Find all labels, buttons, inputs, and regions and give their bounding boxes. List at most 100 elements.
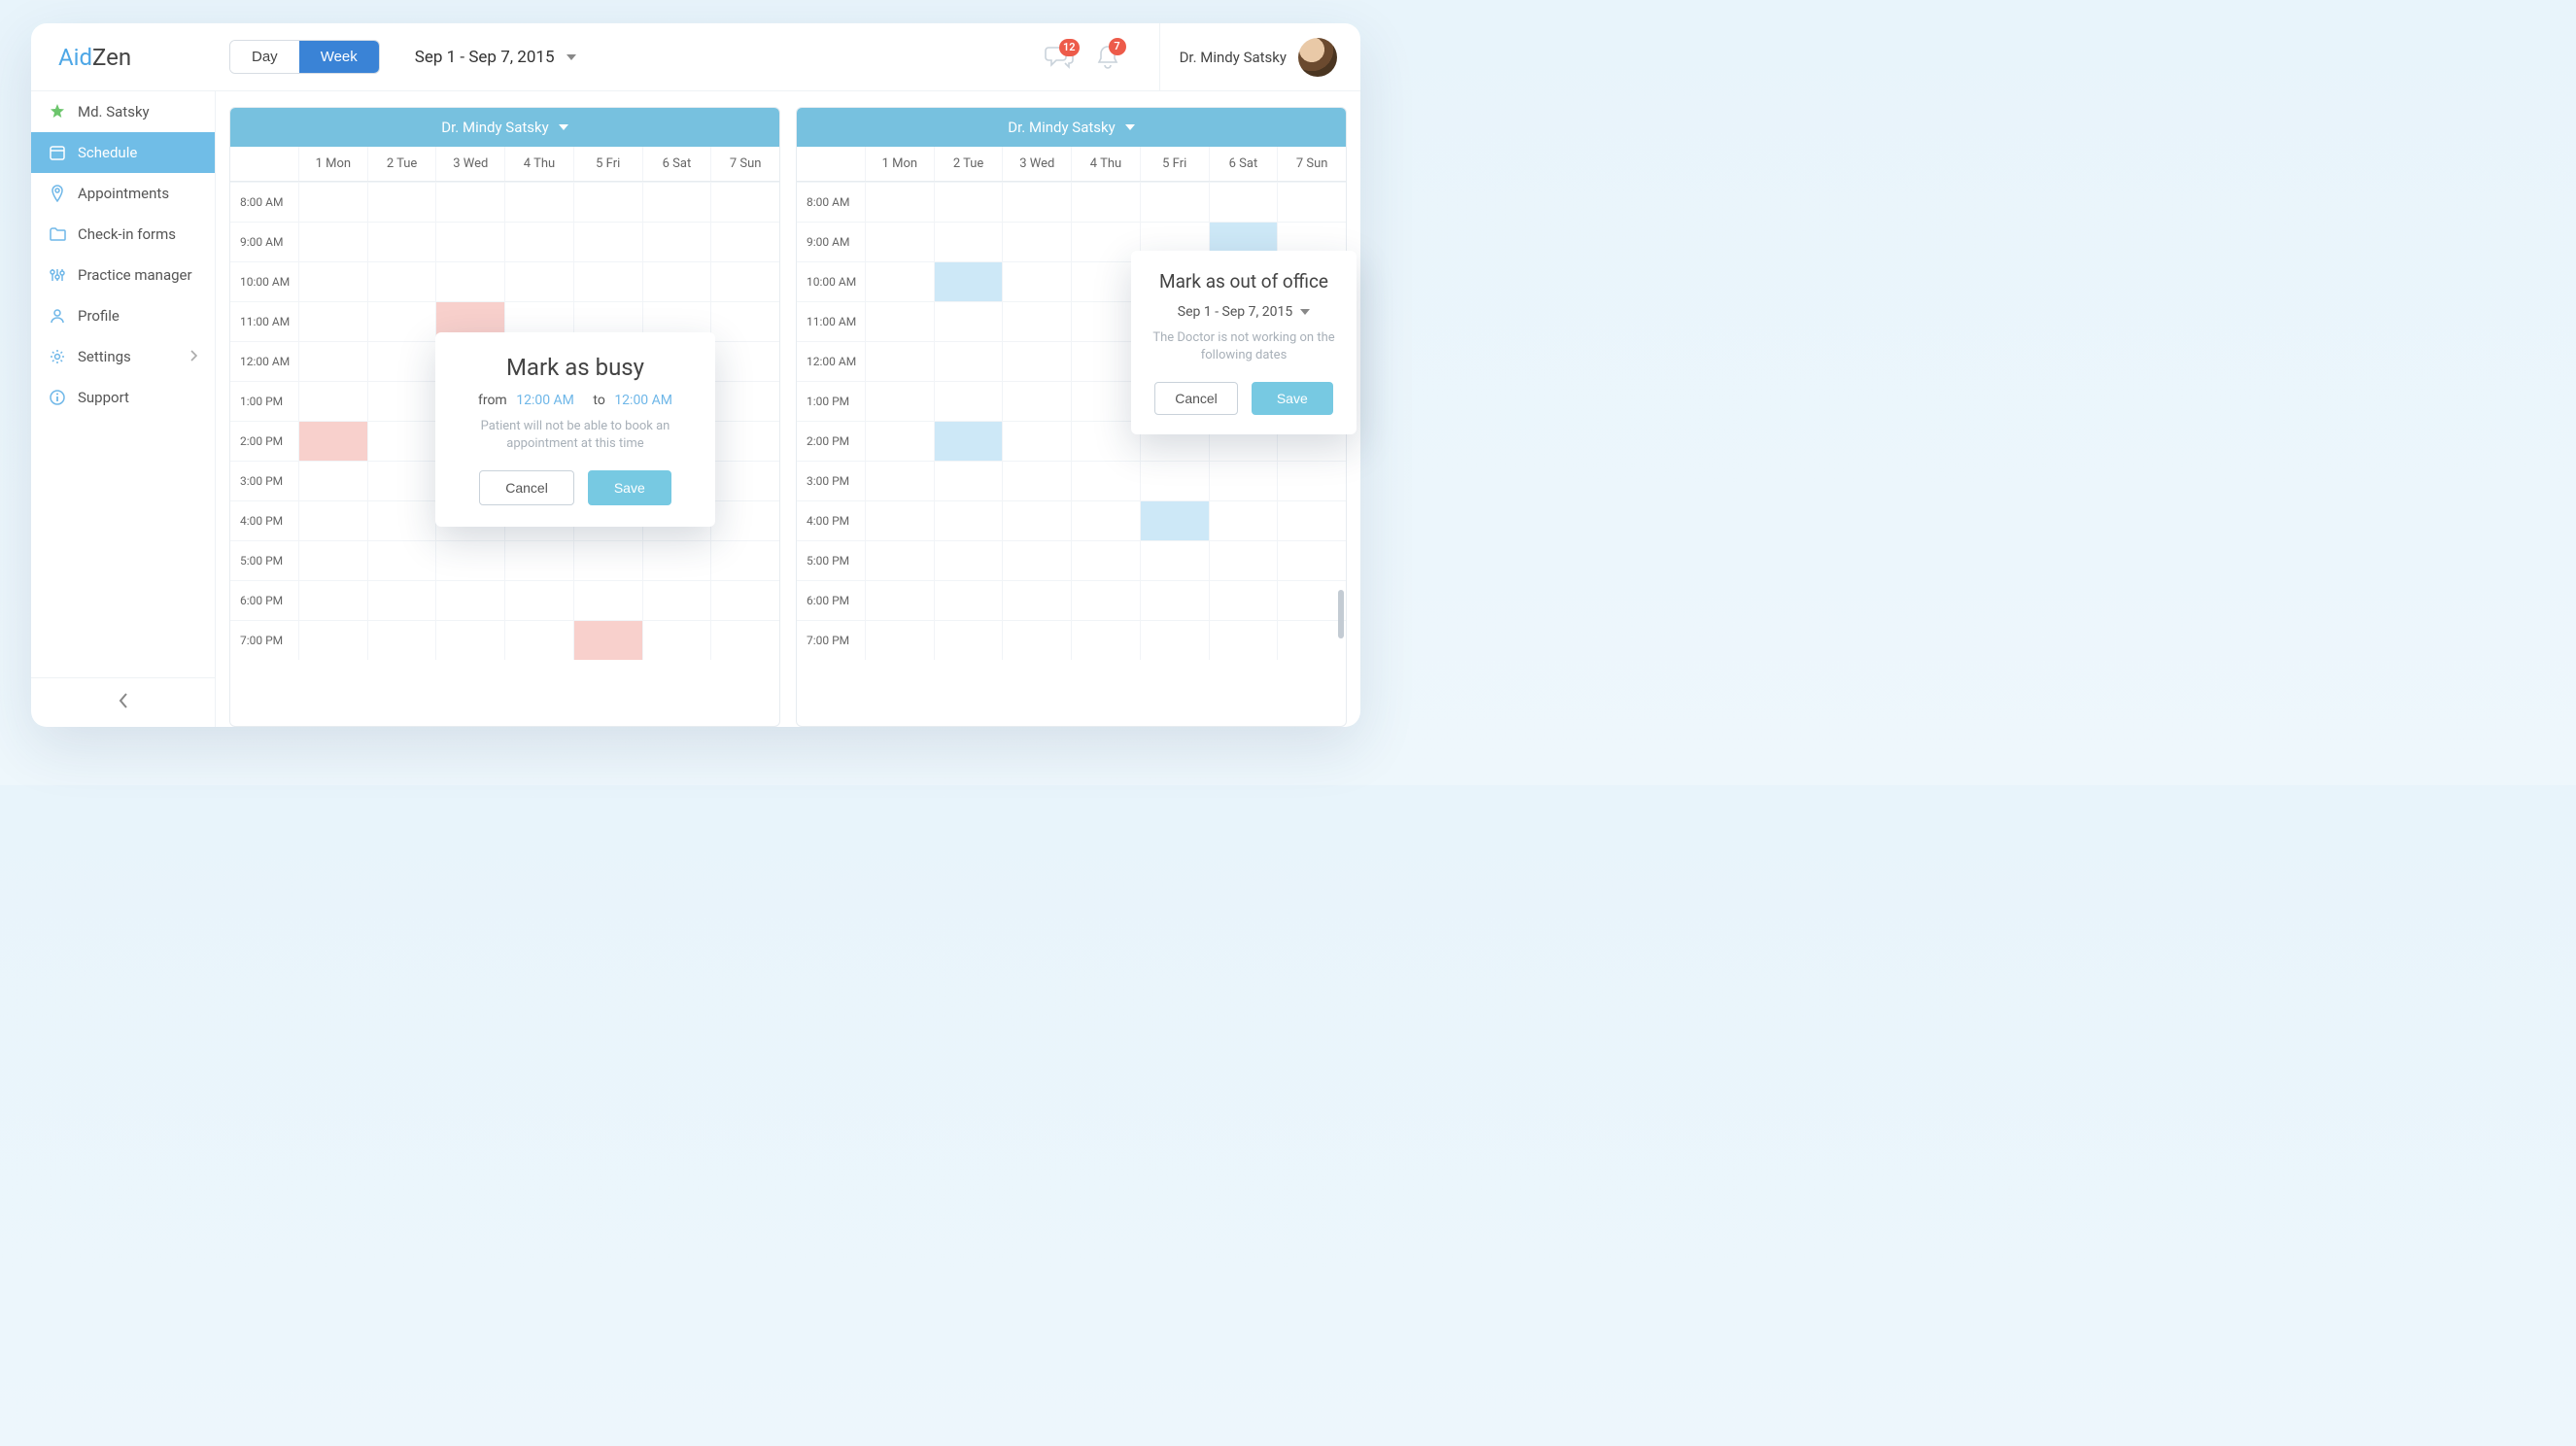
time-slot[interactable] [1002, 540, 1071, 580]
time-slot[interactable] [710, 341, 779, 381]
time-slot[interactable] [504, 540, 573, 580]
time-slot[interactable] [865, 182, 934, 222]
time-slot[interactable] [298, 381, 367, 421]
time-slot[interactable] [710, 381, 779, 421]
time-slot[interactable] [367, 341, 436, 381]
calendar-doctor-picker[interactable]: Dr. Mindy Satsky [230, 108, 779, 147]
from-time[interactable]: 12:00 AM [516, 393, 574, 408]
time-slot[interactable] [1140, 461, 1209, 500]
time-slot[interactable] [934, 182, 1003, 222]
time-slot[interactable] [1002, 222, 1071, 261]
to-time[interactable]: 12:00 AM [614, 393, 672, 408]
view-week-button[interactable]: Week [299, 41, 379, 73]
time-slot[interactable] [642, 620, 711, 660]
sidebar-collapse-button[interactable] [31, 677, 215, 727]
time-slot[interactable] [1209, 540, 1278, 580]
time-slot[interactable] [1071, 461, 1140, 500]
time-slot[interactable] [298, 540, 367, 580]
time-slot[interactable] [1071, 421, 1140, 461]
time-slot[interactable] [710, 620, 779, 660]
time-slot[interactable] [934, 301, 1003, 341]
time-slot[interactable] [1071, 500, 1140, 540]
time-slot[interactable] [934, 461, 1003, 500]
sidebar-item-appointments[interactable]: Appointments [31, 173, 215, 214]
time-slot[interactable] [710, 182, 779, 222]
time-slot[interactable] [710, 261, 779, 301]
time-slot[interactable] [934, 421, 1003, 461]
time-slot[interactable] [367, 222, 436, 261]
save-button[interactable]: Save [1252, 382, 1333, 415]
time-slot[interactable] [865, 222, 934, 261]
time-slot[interactable] [435, 580, 504, 620]
time-slot[interactable] [710, 500, 779, 540]
time-slot[interactable] [934, 261, 1003, 301]
time-slot[interactable] [1277, 500, 1346, 540]
time-slot[interactable] [1209, 500, 1278, 540]
time-slot[interactable] [934, 381, 1003, 421]
time-slot[interactable] [1277, 540, 1346, 580]
time-slot[interactable] [367, 261, 436, 301]
time-slot[interactable] [1071, 182, 1140, 222]
time-slot[interactable] [504, 580, 573, 620]
time-slot[interactable] [435, 620, 504, 660]
time-slot[interactable] [1002, 620, 1071, 660]
time-slot[interactable] [1140, 500, 1209, 540]
time-slot[interactable] [298, 461, 367, 500]
time-slot[interactable] [865, 341, 934, 381]
time-slot[interactable] [367, 461, 436, 500]
time-slot[interactable] [934, 540, 1003, 580]
time-slot[interactable] [865, 421, 934, 461]
time-slot[interactable] [1140, 580, 1209, 620]
time-slot[interactable] [865, 381, 934, 421]
view-day-button[interactable]: Day [230, 41, 299, 73]
time-slot[interactable] [573, 540, 642, 580]
time-slot[interactable] [573, 620, 642, 660]
time-slot[interactable] [573, 182, 642, 222]
time-slot[interactable] [367, 301, 436, 341]
date-range-picker[interactable]: Sep 1 - Sep 7, 2015 [415, 48, 576, 67]
time-slot[interactable] [1140, 540, 1209, 580]
time-slot[interactable] [435, 222, 504, 261]
time-slot[interactable] [934, 341, 1003, 381]
time-slot[interactable] [1209, 461, 1278, 500]
time-slot[interactable] [573, 222, 642, 261]
sidebar-item-checkin[interactable]: Check-in forms [31, 214, 215, 255]
time-slot[interactable] [1071, 341, 1140, 381]
time-slot[interactable] [865, 500, 934, 540]
time-slot[interactable] [1071, 222, 1140, 261]
time-slot[interactable] [710, 222, 779, 261]
time-slot[interactable] [642, 261, 711, 301]
time-slot[interactable] [1002, 461, 1071, 500]
time-slot[interactable] [298, 421, 367, 461]
time-slot[interactable] [1277, 620, 1346, 660]
time-slot[interactable] [1071, 580, 1140, 620]
time-slot[interactable] [504, 261, 573, 301]
time-slot[interactable] [934, 500, 1003, 540]
time-slot[interactable] [1002, 261, 1071, 301]
time-slot[interactable] [710, 580, 779, 620]
alerts-button[interactable]: 7 [1095, 44, 1120, 71]
time-slot[interactable] [865, 580, 934, 620]
time-slot[interactable] [298, 341, 367, 381]
time-slot[interactable] [1140, 620, 1209, 660]
time-slot[interactable] [1140, 182, 1209, 222]
time-slot[interactable] [1002, 421, 1071, 461]
time-slot[interactable] [435, 261, 504, 301]
cancel-button[interactable]: Cancel [479, 470, 574, 505]
time-slot[interactable] [1209, 620, 1278, 660]
time-slot[interactable] [710, 540, 779, 580]
time-slot[interactable] [435, 182, 504, 222]
time-slot[interactable] [1002, 580, 1071, 620]
time-slot[interactable] [573, 261, 642, 301]
save-button[interactable]: Save [588, 470, 671, 505]
time-slot[interactable] [1277, 182, 1346, 222]
time-slot[interactable] [934, 222, 1003, 261]
time-slot[interactable] [367, 580, 436, 620]
sidebar-item-support[interactable]: Support [31, 377, 215, 418]
time-slot[interactable] [367, 540, 436, 580]
time-slot[interactable] [573, 580, 642, 620]
time-slot[interactable] [298, 500, 367, 540]
sidebar-item-practice[interactable]: Practice manager [31, 255, 215, 295]
time-slot[interactable] [642, 222, 711, 261]
time-slot[interactable] [1071, 381, 1140, 421]
